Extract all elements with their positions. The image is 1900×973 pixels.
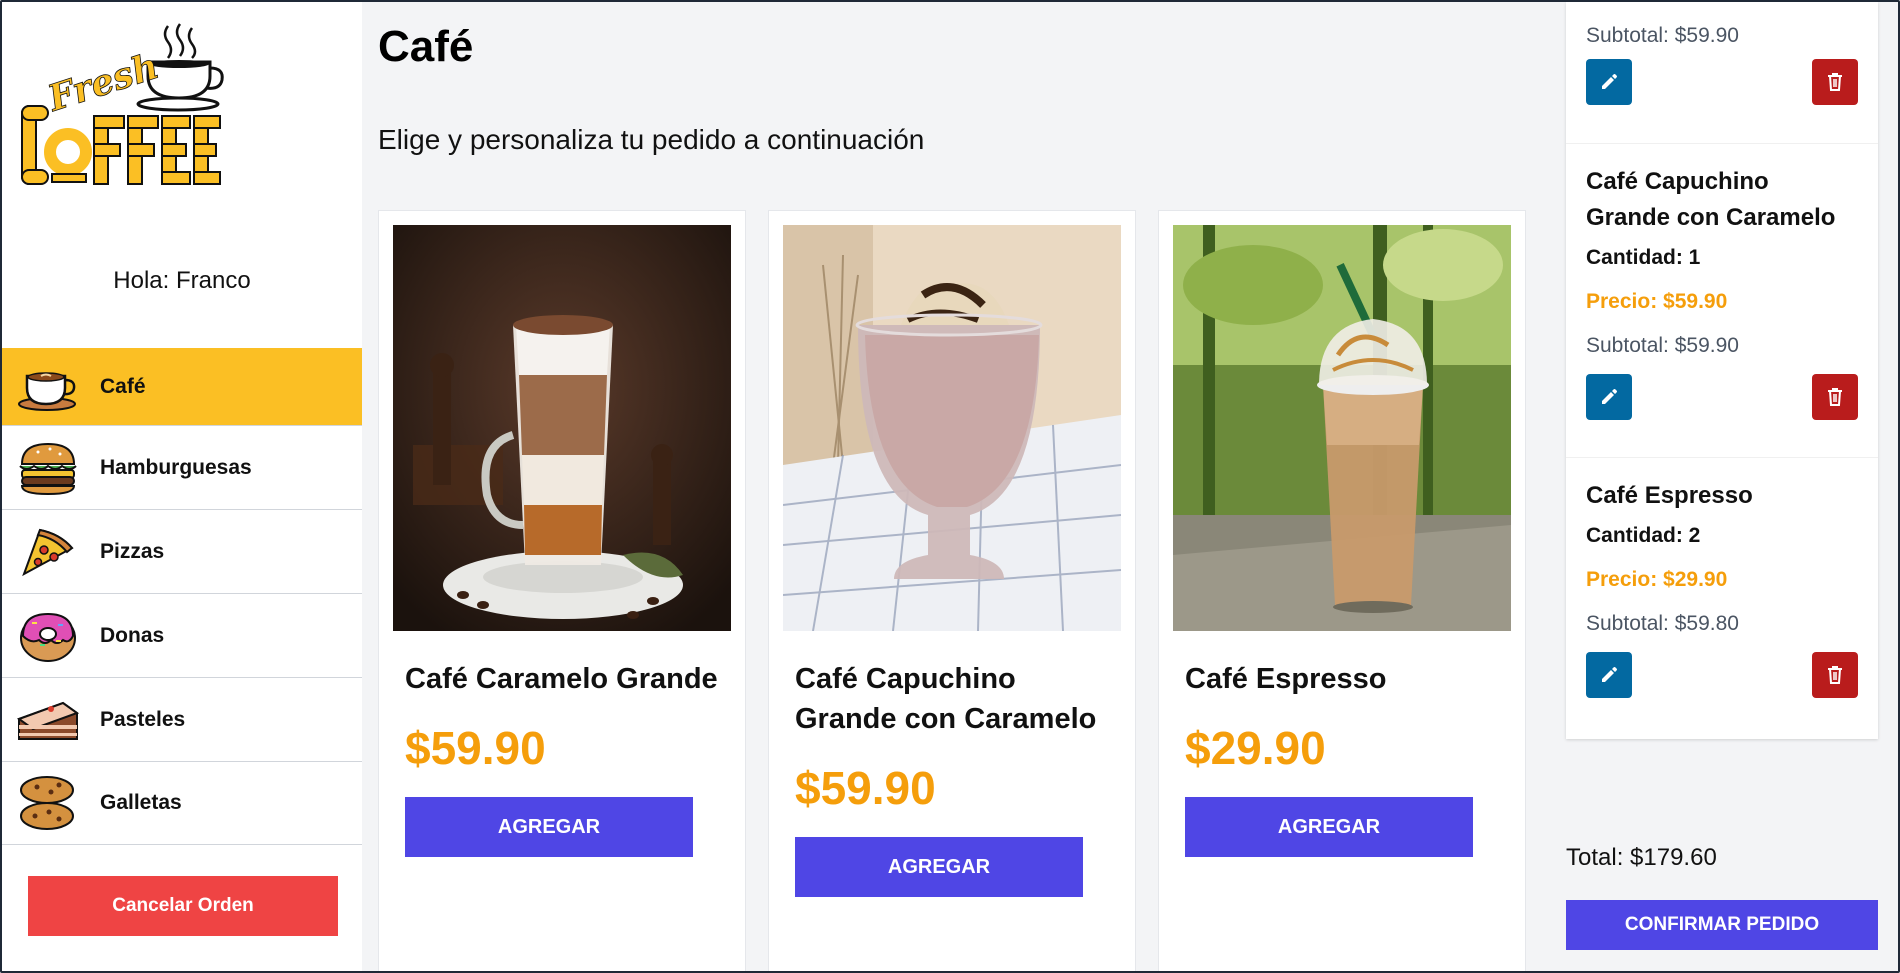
pencil-icon [1602, 389, 1617, 404]
edit-item-button[interactable] [1586, 652, 1632, 698]
cake-icon [16, 688, 80, 752]
product-card: Café Capuchino Grande con Caramelo $59.9… [768, 210, 1136, 971]
main-content: Café Elige y personaliza tu pedido a con… [362, 2, 1542, 971]
delete-item-button[interactable] [1812, 652, 1858, 698]
product-image [1173, 225, 1511, 631]
category-label: Hamburguesas [100, 455, 252, 479]
category-list: Café Hamburguesas Pizzas Donas Pasteles … [2, 348, 362, 845]
trash-icon [1828, 73, 1842, 91]
pizza-icon [16, 520, 80, 584]
order-item-subtotal: Subtotal: $59.80 [1586, 612, 1739, 635]
product-card: Café Espresso $29.90 AGREGAR [1158, 210, 1526, 971]
edit-item-button[interactable] [1586, 374, 1632, 420]
category-label: Galletas [100, 791, 182, 814]
coffee-icon [16, 355, 80, 419]
category-item-galletas[interactable]: Galletas [2, 761, 362, 845]
add-to-order-button[interactable]: AGREGAR [1185, 797, 1473, 857]
pencil-icon [1602, 667, 1617, 682]
cancel-order-button[interactable]: Cancelar Orden [28, 876, 338, 936]
order-item-quantity: Cantidad: 1 [1586, 246, 1701, 269]
trash-icon [1828, 666, 1842, 684]
product-price: $29.90 [1185, 722, 1326, 774]
category-item-donas[interactable]: Donas [2, 593, 362, 677]
product-name: Café Capuchino Grande con Caramelo [795, 663, 1097, 735]
order-list[interactable]: Subtotal: $59.90 Café Capuchino Grande c… [1566, 2, 1878, 739]
order-summary: Subtotal: $59.90 Café Capuchino Grande c… [1542, 2, 1898, 971]
add-to-order-button[interactable]: AGREGAR [795, 837, 1083, 897]
category-item-pasteles[interactable]: Pasteles [2, 677, 362, 761]
greeting: Hola: Franco [113, 267, 251, 294]
burger-icon [16, 436, 80, 500]
order-item: Café Capuchino Grande con Caramelo Canti… [1566, 144, 1878, 458]
product-image [783, 225, 1121, 631]
product-grid: Café Caramelo Grande $59.90 AGREGAR Café… [378, 210, 1526, 971]
delete-item-button[interactable] [1812, 59, 1858, 105]
product-price: $59.90 [405, 722, 546, 774]
product-name: Café Espresso [1185, 663, 1387, 695]
order-item-subtotal: Subtotal: $59.90 [1586, 24, 1739, 47]
category-label: Donas [100, 623, 165, 647]
sidebar: Fresh Hola: Franco Café Hamburguesas Piz… [2, 2, 362, 971]
page-title: Café [378, 22, 474, 71]
fresh-coffee-logo: Fresh [20, 20, 230, 200]
confirm-order-button[interactable]: CONFIRMAR PEDIDO [1566, 900, 1878, 950]
donut-icon [16, 604, 80, 668]
page-subtitle: Elige y personaliza tu pedido a continua… [378, 124, 925, 155]
order-item-name: Café Capuchino Grande con Caramelo [1586, 168, 1836, 231]
category-item-pizzas[interactable]: Pizzas [2, 509, 362, 593]
trash-icon [1828, 388, 1842, 406]
product-card: Café Caramelo Grande $59.90 AGREGAR [378, 210, 746, 971]
edit-item-button[interactable] [1586, 59, 1632, 105]
order-item-name: Café Espresso [1586, 482, 1753, 509]
category-item-cafe[interactable]: Café [2, 348, 362, 425]
order-item-price: Precio: $29.90 [1586, 568, 1728, 591]
cookie-icon [16, 771, 80, 835]
delete-item-button[interactable] [1812, 374, 1858, 420]
category-label: Pizzas [100, 539, 165, 563]
product-image [393, 225, 731, 631]
order-total: Total: $179.60 [1566, 844, 1717, 871]
product-name: Café Caramelo Grande [405, 663, 718, 695]
order-item: Subtotal: $59.90 [1566, 2, 1878, 144]
category-label: Pasteles [100, 707, 186, 731]
product-price: $59.90 [795, 762, 936, 814]
order-item-subtotal: Subtotal: $59.90 [1586, 334, 1739, 357]
order-item-price: Precio: $59.90 [1586, 290, 1728, 313]
order-item-quantity: Cantidad: 2 [1586, 524, 1701, 547]
pencil-icon [1602, 74, 1617, 89]
add-to-order-button[interactable]: AGREGAR [405, 797, 693, 857]
category-label: Café [100, 374, 146, 398]
order-item: Café Espresso Cantidad: 2 Precio: $29.90… [1566, 458, 1878, 739]
category-item-hamburguesas[interactable]: Hamburguesas [2, 425, 362, 509]
